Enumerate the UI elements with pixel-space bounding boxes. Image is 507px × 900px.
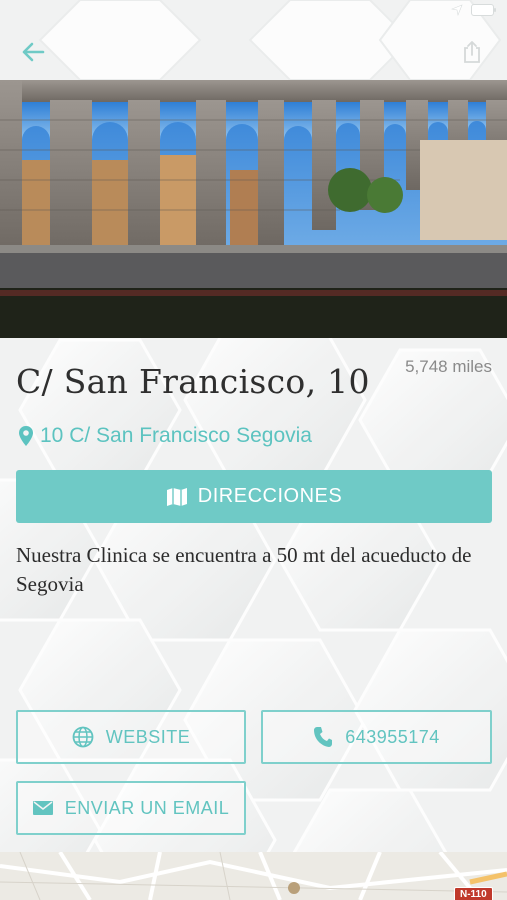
location-title: C/ San Francisco, 10 — [16, 362, 370, 401]
address-text: 10 C/ San Francisco Segovia — [40, 424, 312, 447]
website-button[interactable]: WEBSITE — [16, 710, 246, 764]
status-bar — [0, 0, 507, 24]
phone-icon — [314, 727, 333, 747]
battery-icon — [471, 4, 496, 16]
map-preview[interactable] — [0, 852, 507, 900]
arrow-left-icon — [22, 42, 45, 62]
hero-image — [0, 80, 507, 338]
map-icon — [166, 487, 187, 506]
share-icon — [464, 41, 480, 63]
email-button[interactable]: ENVIAR UN EMAIL — [16, 781, 246, 835]
back-button[interactable] — [18, 38, 48, 66]
directions-button[interactable]: DIRECCIONES — [16, 470, 492, 523]
address-link[interactable]: 10 C/ San Francisco Segovia — [18, 424, 312, 448]
share-button[interactable] — [459, 38, 485, 66]
road-badge: N-110 — [454, 887, 493, 900]
globe-icon — [72, 726, 94, 748]
location-arrow-icon — [451, 4, 463, 16]
directions-label: DIRECCIONES — [197, 485, 343, 507]
envelope-icon — [32, 801, 53, 815]
location-description: Nuestra Clinica se encuentra a 50 mt del… — [16, 543, 472, 596]
map-tiles — [0, 852, 507, 900]
navigation-bar — [0, 24, 507, 80]
website-label: WEBSITE — [105, 726, 191, 747]
email-label: ENVIAR UN EMAIL — [64, 797, 230, 818]
map-pin-icon — [19, 426, 33, 446]
phone-button[interactable]: 643955174 — [261, 710, 492, 764]
phone-label: 643955174 — [345, 726, 440, 747]
distance-label: 5,748 miles — [405, 357, 492, 376]
aqueduct-photo — [0, 80, 507, 338]
status-icons — [451, 4, 497, 16]
